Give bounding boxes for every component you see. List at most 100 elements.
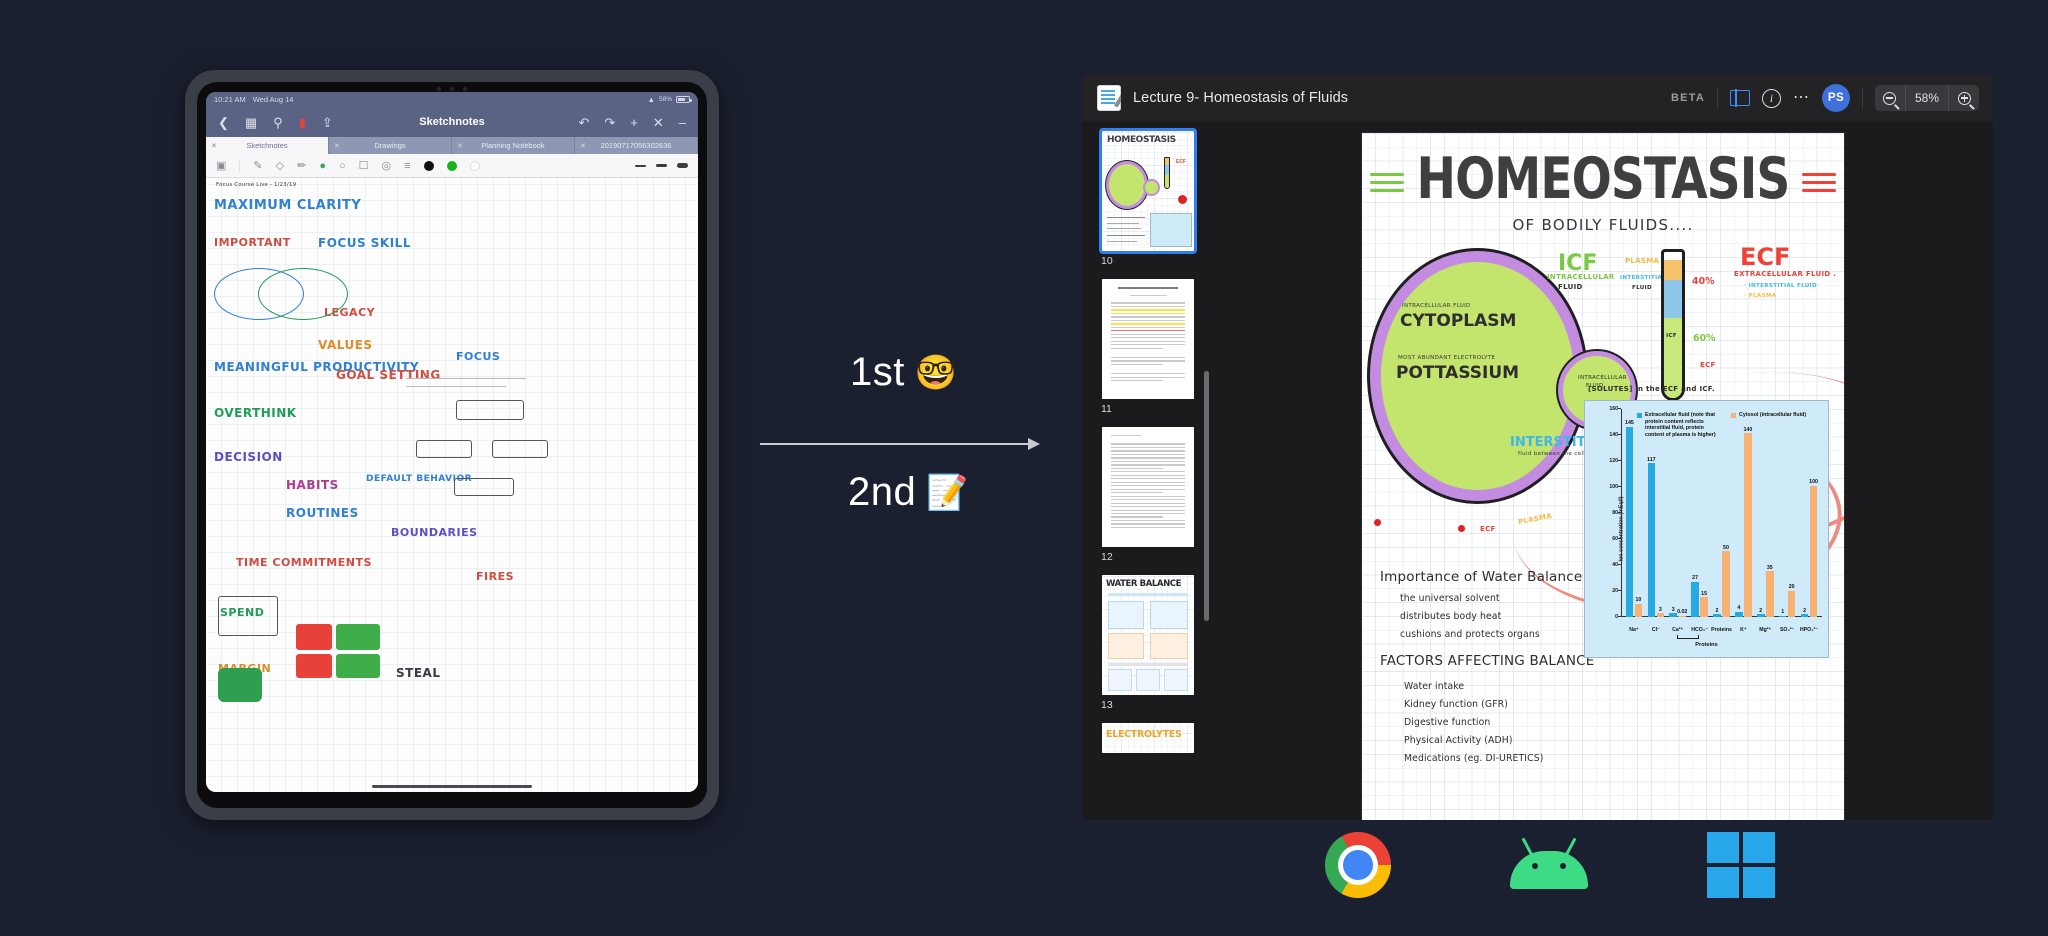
chart-bar-groups: 145 10 117 3 3 0.02 27 15 2 50 4 140 2 35 1 20 2 100 [1623, 409, 1820, 617]
legend-item-ecf: Extracellular fluid (note that protein c… [1637, 412, 1723, 438]
eraser-icon[interactable]: ◇ [276, 159, 284, 172]
share-icon[interactable]: ⇪ [322, 116, 333, 129]
zoom-out-button[interactable] [1875, 85, 1905, 111]
chart-y-tick-mark [1618, 564, 1621, 565]
chart-x-tick-labels: Na⁺ Cl⁻ Ca²⁺ HCO₃⁻ Proteins K⁺ Mg²⁺ SO₄²⁻ HPO₄²⁻ [1623, 627, 1820, 633]
chart-x-tick-label: HCO₃⁻ [1691, 627, 1708, 633]
grid-icon[interactable]: ▦ [245, 116, 257, 129]
status-time: 10:21 AM [214, 95, 246, 104]
plus-icon[interactable]: + [630, 116, 638, 129]
water-balance-heading: Importance of Water Balance: [1380, 569, 1588, 585]
ecf-label: ECF [1740, 243, 1791, 271]
search-icon[interactable]: ⚲ [273, 116, 283, 129]
text-icon[interactable]: ≡ [404, 160, 410, 172]
chart-bar-group: 2 50 [1711, 409, 1733, 617]
zoom-level-value[interactable]: 58% [1904, 85, 1949, 111]
water-balance-item: the universal solvent [1400, 593, 1500, 604]
chevron-left-icon[interactable]: ❮ [218, 116, 229, 129]
color-white[interactable] [469, 160, 480, 171]
thickness-thin[interactable] [635, 164, 646, 167]
thumbnail-page-number: 10 [1101, 255, 1113, 267]
color-palette-icon[interactable]: ● [319, 160, 326, 172]
tab-drawings[interactable]: ✕ Drawings [329, 137, 452, 154]
chart-y-tick-mark [1618, 408, 1621, 409]
thumbnail-sidebar[interactable]: HOMEOSTASIS ECF 10 11 12 WATER BALANCE 1… [1083, 121, 1213, 820]
sidebar-toggle-icon [1729, 89, 1750, 107]
undo-icon[interactable]: ↶ [578, 116, 589, 129]
thickness-medium[interactable] [656, 164, 667, 167]
info-button[interactable]: i [1761, 88, 1781, 108]
tab-close-icon[interactable]: ✕ [457, 142, 463, 150]
chart-y-tick: 140 [1609, 432, 1618, 438]
color-green[interactable] [446, 160, 457, 171]
pdf-page-10[interactable]: HOMEOSTASIS OF BODILY FLUIDS.... INTRACE… [1362, 133, 1844, 820]
tab-planning-notebook[interactable]: ✕ Planning Notebook [452, 137, 575, 154]
bar-icf-Cl⁻: 3 [1656, 607, 1665, 617]
rbc-dot [1458, 525, 1465, 532]
redo-icon[interactable]: ↷ [604, 116, 615, 129]
bookmark-icon[interactable]: ▮ [299, 116, 306, 129]
user-avatar[interactable]: PS [1821, 84, 1850, 112]
chart-x-tick-label: Ca²⁺ [1672, 627, 1684, 633]
os-logo-row [1325, 822, 1775, 907]
tab-scanned-doc[interactable]: ✕ 20190717056302636 [575, 137, 698, 154]
highlighter-icon[interactable]: ✏ [297, 159, 306, 172]
thumbnail-image[interactable] [1102, 427, 1194, 547]
pen-icon[interactable]: ✎ [253, 159, 262, 172]
note-block: IMPORTANT [214, 236, 291, 249]
thickness-thick[interactable] [677, 163, 688, 168]
thumbnail-image[interactable]: WATER BALANCE [1102, 575, 1194, 695]
thumbnail-title: HOMEOSTASIS [1107, 135, 1176, 145]
bar-value-label: 2 [1803, 607, 1807, 614]
thumbnail-image[interactable]: ELECTROLYTES [1102, 723, 1194, 753]
image-icon[interactable]: ☐ [359, 159, 369, 172]
thumbnail-page-10[interactable]: HOMEOSTASIS ECF 10 [1083, 128, 1213, 267]
tab-close-icon[interactable]: ✕ [580, 142, 586, 150]
chart-caption: [SOLUTES] in the ECF and ICF. [1588, 385, 1715, 393]
chart-y-tick-mark [1618, 460, 1621, 461]
bar-value-label: 15 [1701, 590, 1708, 597]
comment-icon[interactable]: ○ [339, 160, 346, 172]
note-callout-box [492, 440, 548, 458]
chart-x-tick-label: Proteins [1711, 627, 1732, 633]
divider [1716, 87, 1718, 109]
bar-ecf-Ca²⁺: 3 [1669, 607, 1677, 617]
minimize-icon[interactable]: – [679, 116, 686, 129]
more-options-button[interactable]: ⋯ [1793, 90, 1810, 106]
ecf-vessel-label-2: ECF [1700, 361, 1716, 369]
red-accent-mark [1802, 173, 1836, 176]
status-battery-text: 58% [658, 96, 672, 103]
factor-item: Physical Activity (ADH) [1404, 735, 1513, 746]
tab-close-icon[interactable]: ✕ [334, 142, 340, 150]
step-2-label: 2nd [848, 470, 917, 514]
icf-percentage: 60% [1693, 333, 1716, 344]
windows-pane [1743, 866, 1775, 898]
note-block: GOAL SETTING [336, 368, 441, 382]
thumbnail-scrollbar[interactable] [1204, 371, 1209, 621]
thumbnail-page-14[interactable]: ELECTROLYTES [1083, 723, 1213, 753]
camera-icon[interactable]: ◎ [382, 159, 392, 172]
page-view-icon[interactable]: ▣ [216, 159, 226, 172]
chart-y-tick: 0 [1615, 614, 1618, 620]
water-balance-item: distributes body heat [1400, 611, 1502, 622]
proteins-brace [1677, 635, 1700, 639]
tab-sketchnotes[interactable]: ✕ Sketchnotes [206, 137, 329, 154]
close-icon[interactable]: ✕ [653, 116, 664, 129]
thumbnail-page-12[interactable]: 12 [1083, 427, 1213, 563]
thumbnail-image[interactable] [1102, 279, 1194, 399]
zoom-control-group: 58% [1874, 85, 1979, 111]
windows-pane [1707, 866, 1739, 898]
color-black[interactable] [423, 160, 434, 171]
thumbnail-page-13[interactable]: WATER BALANCE 13 [1083, 575, 1213, 711]
sidebar-toggle-button[interactable] [1729, 89, 1750, 107]
thumbnail-image[interactable]: HOMEOSTASIS ECF [1099, 128, 1197, 254]
zoom-in-button[interactable] [1949, 85, 1979, 111]
ecf-item-1: · INTERSTITIAL FLUID [1744, 283, 1817, 289]
page-headline: HOMEOSTASIS [1416, 146, 1791, 212]
page-canvas-area[interactable]: HOMEOSTASIS OF BODILY FLUIDS.... INTRACE… [1213, 121, 1993, 820]
chart-x-tick-label: SO₄²⁻ [1779, 627, 1795, 633]
thumbnail-page-11[interactable]: 11 [1083, 279, 1213, 415]
legend-swatch-ecf [1637, 412, 1642, 418]
tab-close-icon[interactable]: ✕ [211, 142, 217, 150]
note-color-swatch [336, 654, 380, 678]
